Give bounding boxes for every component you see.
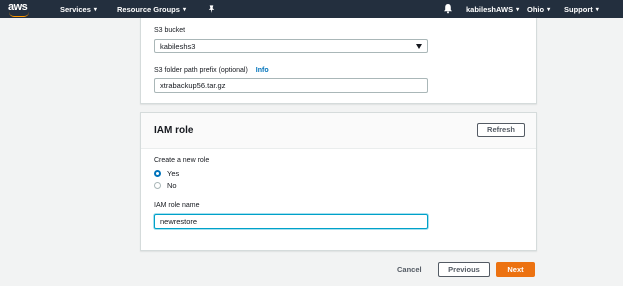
s3-prefix-label: S3 folder path prefix (optional) Info	[154, 67, 269, 74]
radio-no-label[interactable]: No	[167, 181, 177, 190]
iam-role-panel: IAM role Refresh Create a new role Yes N…	[140, 112, 537, 251]
cancel-button[interactable]: Cancel	[397, 265, 422, 274]
radio-yes[interactable]	[154, 170, 161, 177]
chevron-down-icon: ▾	[516, 7, 520, 13]
s3-bucket-select[interactable]: kabileshs3	[154, 39, 428, 53]
dropdown-arrow-icon	[416, 44, 422, 49]
support-menu[interactable]: Support ▾	[564, 5, 599, 14]
chevron-down-icon: ▾	[547, 7, 551, 13]
chevron-down-icon: ▾	[182, 7, 186, 13]
s3-settings-panel: S3 bucket kabileshs3 S3 folder path pref…	[140, 18, 537, 104]
aws-smile-icon	[9, 12, 29, 17]
resource-groups-menu[interactable]: Resource Groups ▾	[117, 5, 186, 14]
top-nav: aws Services ▾ Resource Groups ▾ kabileshA…	[0, 0, 623, 18]
bell-icon[interactable]	[443, 3, 453, 14]
role-name-label: IAM role name	[154, 202, 200, 209]
user-name: kabileshAWS	[466, 5, 514, 14]
s3-bucket-value: kabileshs3	[160, 42, 196, 51]
s3-prefix-label-text: S3 folder path prefix (optional)	[154, 67, 248, 74]
services-label: Services	[60, 5, 91, 14]
radio-no[interactable]	[154, 182, 161, 189]
aws-logo[interactable]: aws	[8, 1, 34, 17]
s3-prefix-input[interactable]: xtrabackup56.tar.gz	[154, 78, 428, 93]
resource-groups-label: Resource Groups	[117, 5, 180, 14]
radio-yes-label[interactable]: Yes	[167, 169, 179, 178]
create-role-label: Create a new role	[154, 157, 210, 164]
iam-panel-title: IAM role	[154, 125, 194, 136]
support-label: Support	[564, 5, 593, 14]
chevron-down-icon: ▾	[595, 7, 599, 13]
services-menu[interactable]: Services ▾	[60, 5, 97, 14]
refresh-button[interactable]: Refresh	[477, 123, 525, 137]
previous-button[interactable]: Previous	[438, 262, 490, 277]
s3-bucket-label: S3 bucket	[154, 27, 186, 34]
info-link[interactable]: Info	[256, 67, 269, 74]
chevron-down-icon: ▾	[93, 7, 97, 13]
iam-panel-header: IAM role Refresh	[141, 113, 536, 149]
s3-prefix-value: xtrabackup56.tar.gz	[160, 81, 226, 90]
role-name-value: newrestore	[160, 217, 198, 226]
user-menu[interactable]: kabileshAWS ▾	[466, 5, 519, 14]
pin-icon[interactable]	[207, 4, 216, 14]
role-name-input[interactable]: newrestore	[154, 214, 428, 229]
region-menu[interactable]: Ohio ▾	[527, 5, 550, 14]
next-button[interactable]: Next	[496, 262, 535, 277]
region-name: Ohio	[527, 5, 545, 14]
